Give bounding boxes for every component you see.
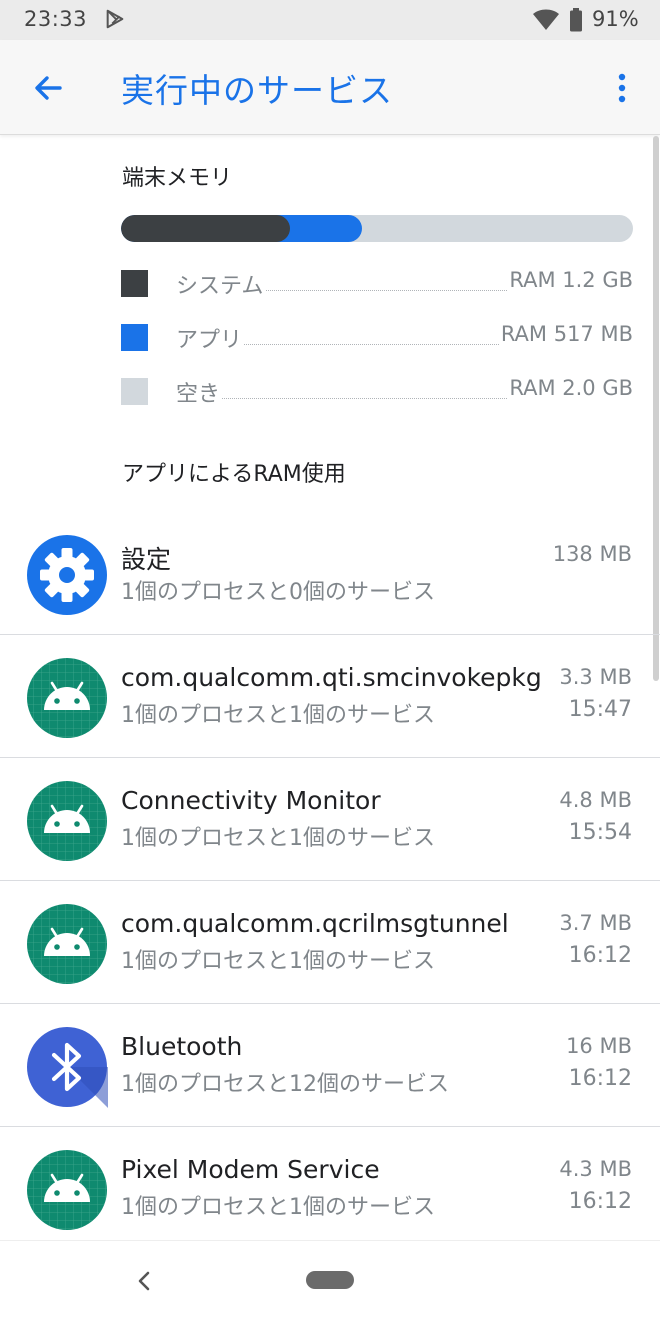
home-pill-icon[interactable] bbox=[306, 1271, 354, 1289]
status-time: 23:33 bbox=[24, 7, 88, 31]
app-ram-usage-heading: アプリによるRAM使用 bbox=[122, 462, 346, 487]
battery-percent: 91% bbox=[592, 7, 639, 31]
android-icon bbox=[27, 1150, 107, 1230]
more-vert-icon bbox=[618, 73, 626, 103]
app-name: Bluetooth bbox=[121, 1032, 243, 1061]
memory-bar-system-segment bbox=[121, 215, 290, 242]
bluetooth-icon bbox=[27, 1027, 108, 1108]
app-run-time: 16:12 bbox=[568, 943, 632, 968]
app-process-summary: 1個のプロセスと1個のサービス bbox=[121, 703, 435, 728]
app-row-pixel-modem-service[interactable]: Pixel Modem Service 1個のプロセスと1個のサービス 4.3 … bbox=[0, 1126, 660, 1241]
status-bar: 23:33 91% bbox=[0, 0, 660, 40]
app-bar: 実行中のサービス bbox=[0, 40, 660, 135]
app-process-summary: 1個のプロセスと12個のサービス bbox=[121, 1072, 449, 1097]
app-ram-size: 4.3 MB bbox=[559, 1157, 632, 1181]
page-title: 実行中のサービス bbox=[121, 71, 393, 110]
wifi-icon bbox=[533, 9, 559, 30]
legend-row-free: 空き RAM 2.0 GB bbox=[121, 376, 633, 408]
app-process-summary: 1個のプロセスと1個のサービス bbox=[121, 949, 435, 974]
app-row-connectivity-monitor[interactable]: Connectivity Monitor 1個のプロセスと1個のサービス 4.8… bbox=[0, 757, 660, 880]
app-ram-size: 3.3 MB bbox=[559, 665, 632, 689]
app-run-time: 15:47 bbox=[568, 697, 632, 722]
app-process-summary: 1個のプロセスと0個のサービス bbox=[121, 580, 435, 605]
android-icon bbox=[27, 781, 107, 861]
legend-swatch-app bbox=[121, 324, 148, 351]
nav-back-icon bbox=[138, 1271, 150, 1291]
app-ram-size: 3.7 MB bbox=[559, 911, 632, 935]
legend-swatch-free bbox=[121, 378, 148, 405]
legend-label: アプリ bbox=[176, 322, 245, 354]
app-name: Pixel Modem Service bbox=[121, 1155, 380, 1184]
memory-usage-bar bbox=[121, 215, 633, 242]
app-ram-size: 16 MB bbox=[566, 1034, 632, 1058]
legend-swatch-system bbox=[121, 270, 148, 297]
back-button[interactable] bbox=[22, 62, 74, 114]
app-ram-size: 138 MB bbox=[552, 542, 632, 566]
android-icon bbox=[27, 904, 107, 984]
battery-icon bbox=[570, 8, 582, 32]
nav-back-button[interactable] bbox=[128, 1265, 160, 1297]
app-row-settings[interactable]: 設定 1個のプロセスと0個のサービス 138 MB bbox=[0, 512, 660, 634]
app-process-summary: 1個のプロセスと1個のサービス bbox=[121, 1195, 435, 1220]
legend-value: RAM 517 MB bbox=[498, 322, 633, 346]
legend-value: RAM 2.0 GB bbox=[507, 376, 633, 400]
arrow-back-icon bbox=[35, 76, 62, 100]
app-name: 設定 bbox=[121, 545, 172, 574]
legend-row-app: アプリ RAM 517 MB bbox=[121, 322, 633, 354]
legend-value: RAM 1.2 GB bbox=[507, 268, 633, 292]
app-row-qcrilmsgtunnel[interactable]: com.qualcomm.qcrilmsgtunnel 1個のプロセスと1個のサ… bbox=[0, 880, 660, 1003]
legend-row-system: システム RAM 1.2 GB bbox=[121, 268, 633, 300]
app-row-smcinvokepkg[interactable]: com.qualcomm.qti.smcinvokepkg.. 1個のプロセスと… bbox=[0, 634, 660, 757]
app-ram-size: 4.8 MB bbox=[559, 788, 632, 812]
app-process-summary: 1個のプロセスと1個のサービス bbox=[121, 826, 435, 851]
navigation-bar bbox=[0, 1240, 660, 1321]
more-options-button[interactable] bbox=[600, 64, 644, 112]
app-row-bluetooth[interactable]: Bluetooth 1個のプロセスと12個のサービス 16 MB 16:12 bbox=[0, 1003, 660, 1126]
device-memory-heading: 端末メモリ bbox=[122, 166, 233, 191]
legend-label: 空き bbox=[176, 376, 223, 408]
play-store-icon bbox=[106, 9, 124, 29]
app-name: com.qualcomm.qcrilmsgtunnel bbox=[121, 909, 509, 938]
app-run-time: 16:12 bbox=[568, 1066, 632, 1091]
legend-label: システム bbox=[176, 268, 266, 300]
settings-gear-icon bbox=[27, 535, 107, 615]
app-run-time: 16:12 bbox=[568, 1189, 632, 1214]
app-name: Connectivity Monitor bbox=[121, 786, 381, 815]
app-run-time: 15:54 bbox=[568, 820, 632, 845]
app-name: com.qualcomm.qti.smcinvokepkg.. bbox=[121, 663, 541, 692]
android-icon bbox=[27, 658, 107, 738]
